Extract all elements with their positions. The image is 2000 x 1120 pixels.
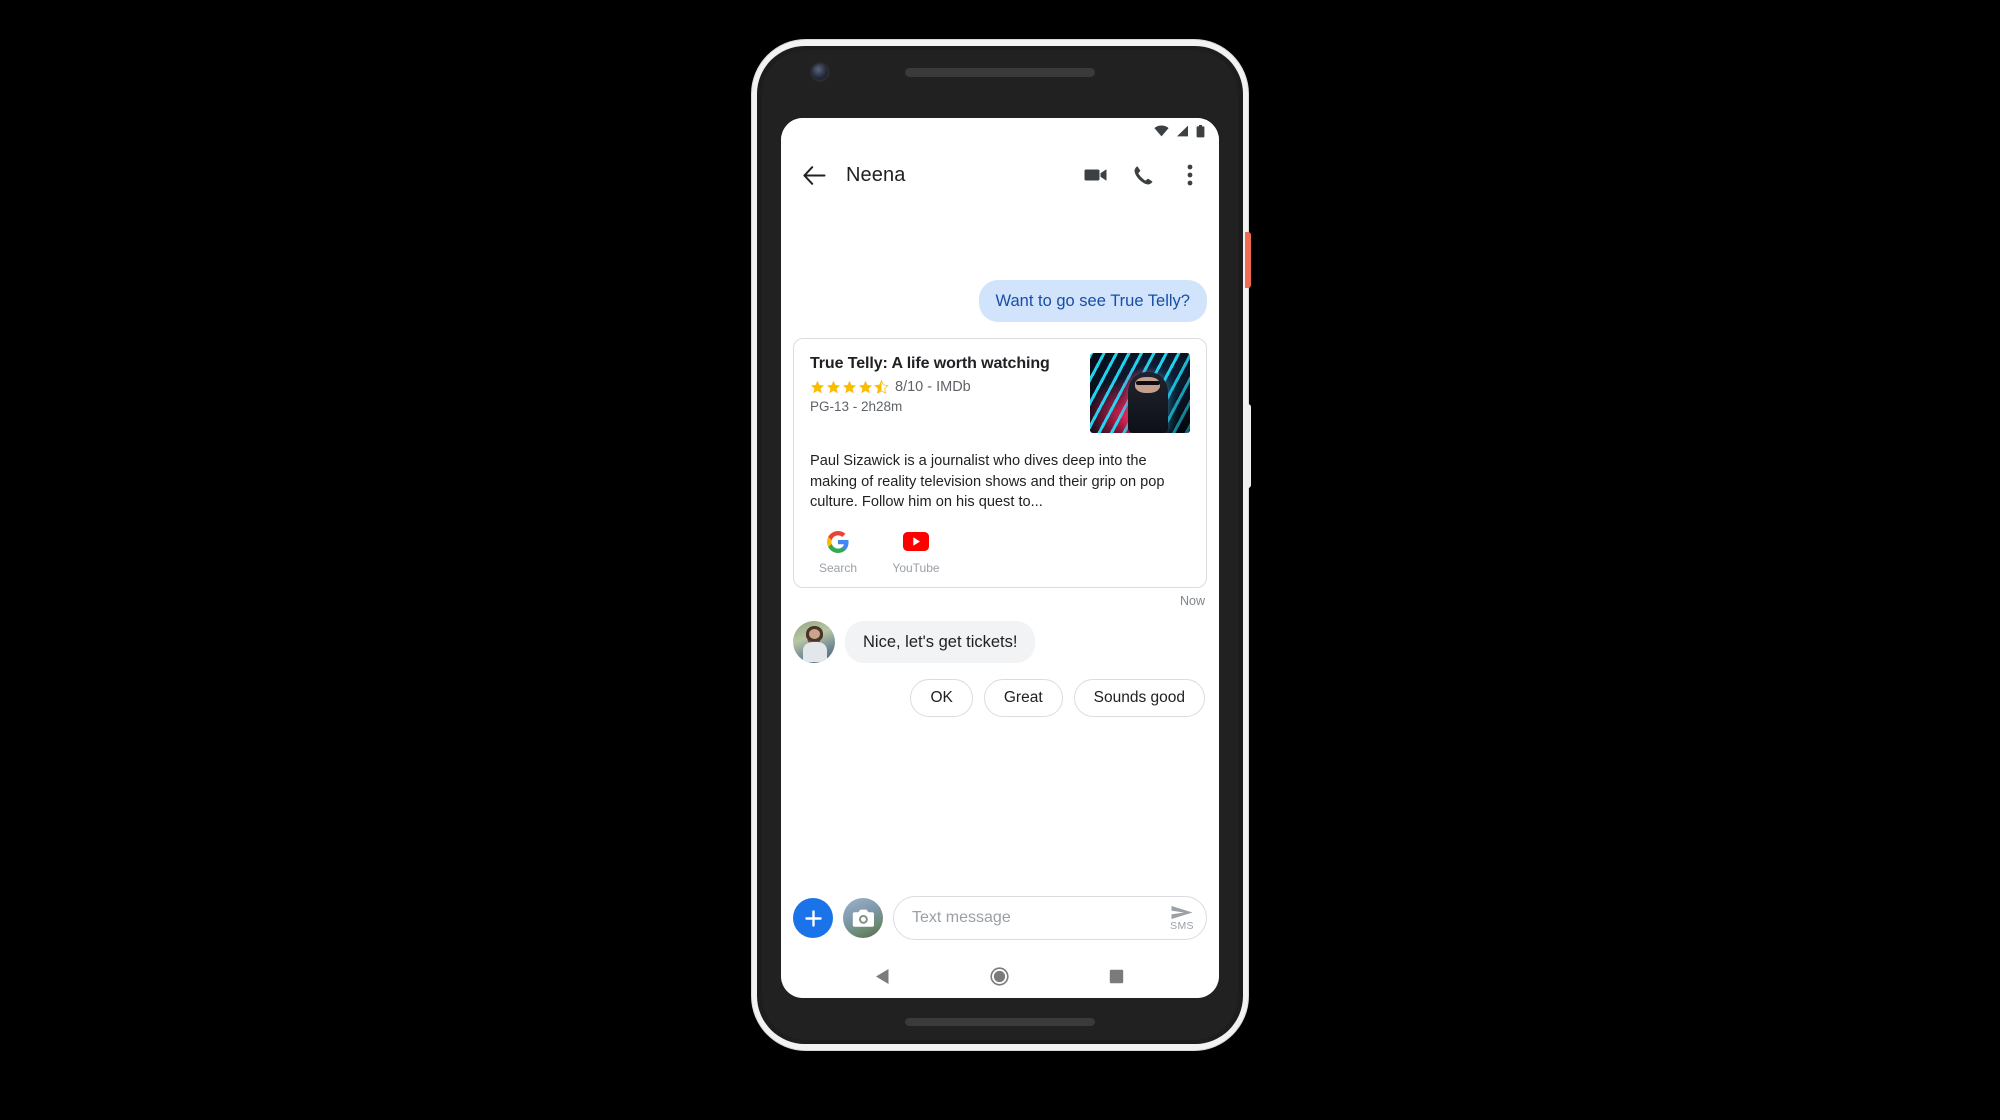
card-action-search[interactable]: Search xyxy=(810,529,866,575)
suggestion-chip-sounds-good[interactable]: Sounds good xyxy=(1073,678,1205,717)
more-vert-icon[interactable] xyxy=(1177,162,1203,188)
front-camera xyxy=(812,64,828,80)
movie-rich-card[interactable]: True Telly: A life worth watching 8/10 -… xyxy=(793,338,1207,588)
conversation-title: Neena xyxy=(846,163,906,186)
volume-button[interactable] xyxy=(1245,404,1251,488)
status-bar xyxy=(781,118,1219,144)
plus-icon[interactable] xyxy=(793,898,833,938)
avatar-head xyxy=(808,628,820,639)
nav-back-triangle-icon[interactable] xyxy=(866,959,900,993)
incoming-message-bubble[interactable]: Nice, let's get tickets! xyxy=(845,620,1036,663)
send-label: SMS xyxy=(1170,919,1194,932)
google-g-icon xyxy=(825,529,851,555)
star-icon xyxy=(827,380,840,393)
outgoing-message-bubble[interactable]: Want to go see True Telly? xyxy=(978,280,1207,322)
star-rating xyxy=(810,379,889,395)
avatar-torso xyxy=(803,642,827,663)
power-button[interactable] xyxy=(1245,232,1251,288)
avatar xyxy=(793,620,835,663)
phone-icon[interactable] xyxy=(1130,162,1156,188)
card-description: Paul Sizawick is a journalist who dives … xyxy=(810,453,1165,510)
card-action-label: YouTube xyxy=(892,560,940,575)
star-icon xyxy=(811,380,824,393)
video-camera-icon[interactable] xyxy=(1083,162,1109,188)
send-button[interactable]: SMS xyxy=(1170,905,1194,932)
smart-reply-chips: OK Great Sounds good xyxy=(793,678,1207,717)
incoming-message-row: Nice, let's get tickets! xyxy=(793,620,1207,663)
outgoing-message-row: Want to go see True Telly? xyxy=(793,280,1207,322)
movie-poster xyxy=(1090,353,1190,433)
battery-icon xyxy=(1196,124,1205,137)
suggestion-chip-ok[interactable]: OK xyxy=(910,678,973,717)
thread-top-spacer xyxy=(793,206,1207,280)
app-bar: Neena xyxy=(781,144,1219,206)
poster-sunglasses xyxy=(1135,381,1160,386)
wifi-icon xyxy=(1154,125,1169,137)
card-header: True Telly: A life worth watching 8/10 -… xyxy=(810,353,1190,433)
star-half-icon xyxy=(874,379,889,394)
card-title: True Telly: A life worth watching xyxy=(810,355,1050,372)
camera-icon[interactable] xyxy=(843,898,883,938)
android-nav-bar xyxy=(781,954,1219,998)
rating-text: 8/10 - IMDb xyxy=(895,379,971,395)
card-action-youtube[interactable]: YouTube xyxy=(888,529,944,575)
card-info: True Telly: A life worth watching 8/10 -… xyxy=(810,353,1078,433)
message-timestamp: Now xyxy=(1179,593,1205,608)
phone-screen: Neena Want to go see True Telly? True Te… xyxy=(781,118,1219,998)
text-input-wrapper[interactable]: SMS xyxy=(893,896,1207,940)
back-arrow-icon[interactable] xyxy=(797,158,831,192)
app-bar-actions xyxy=(1083,162,1203,188)
nav-recents-square-icon[interactable] xyxy=(1100,959,1134,993)
conversation-thread: Want to go see True Telly? True Telly: A… xyxy=(781,206,1219,882)
screenshot-stage: Neena Want to go see True Telly? True Te… xyxy=(0,0,2000,1120)
send-icon xyxy=(1171,905,1193,919)
nav-home-circle-icon[interactable] xyxy=(983,959,1017,993)
card-rating: 8/10 - IMDb xyxy=(810,379,1078,395)
youtube-icon xyxy=(903,529,929,555)
text-input[interactable] xyxy=(912,909,1170,927)
card-action-row: Search YouTube xyxy=(810,529,1190,577)
card-meta: PG-13 - 2h28m xyxy=(810,399,903,414)
message-composer: SMS xyxy=(781,882,1219,954)
star-icon xyxy=(859,380,872,393)
cell-signal-icon xyxy=(1177,125,1188,137)
star-icon xyxy=(843,380,856,393)
card-action-label: Search xyxy=(818,560,858,575)
bottom-speaker xyxy=(905,1018,1095,1026)
suggestion-chip-great[interactable]: Great xyxy=(983,678,1063,717)
earpiece-speaker xyxy=(905,68,1095,77)
